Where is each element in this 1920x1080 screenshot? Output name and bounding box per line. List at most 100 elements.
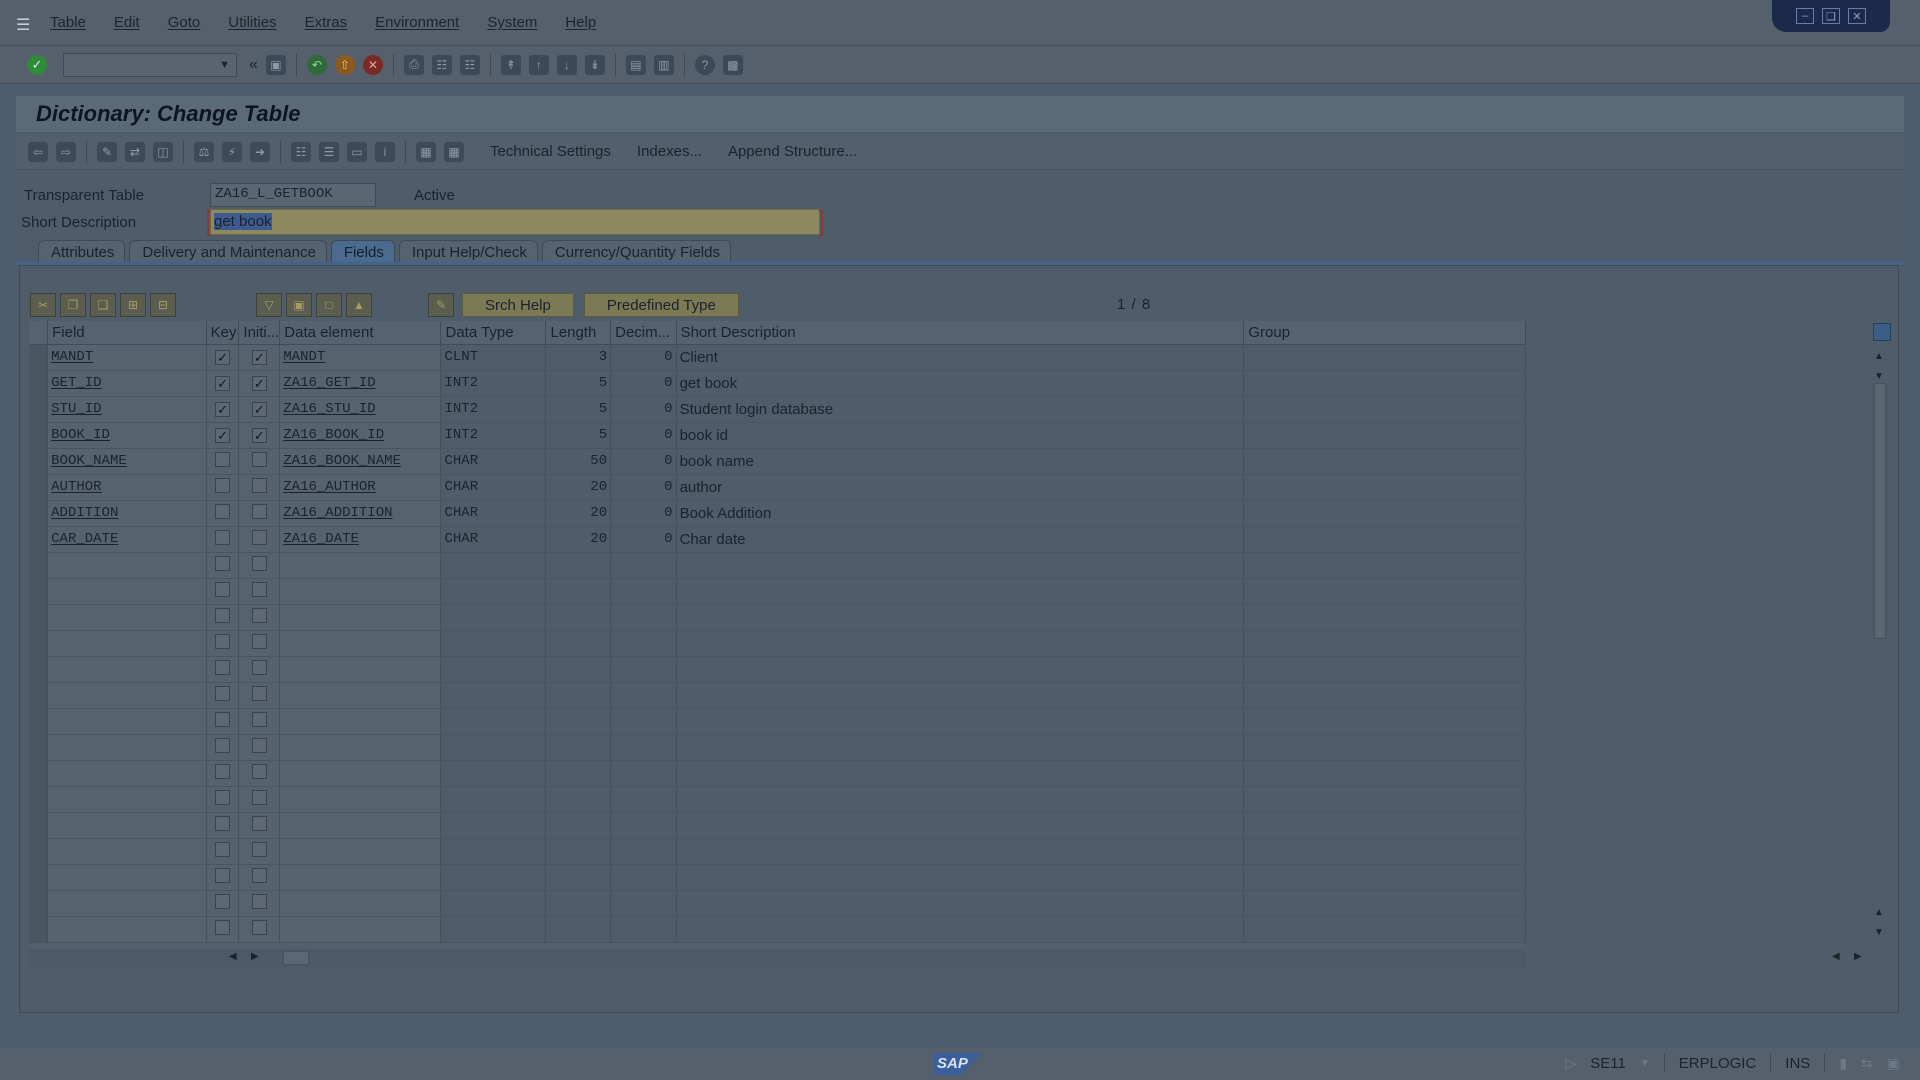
- key-checkbox[interactable]: [215, 815, 231, 831]
- scroll-left-end-icon[interactable]: ◀: [1832, 951, 1840, 962]
- initial-values-checkbox[interactable]: ✓: [251, 401, 267, 417]
- collapse-chevron-icon[interactable]: «: [249, 56, 258, 74]
- row-selector[interactable]: [29, 604, 49, 631]
- field-name-cell[interactable]: [47, 630, 207, 657]
- lock-icon[interactable]: ▣: [1887, 1055, 1900, 1072]
- column-header-decimals[interactable]: Decim...: [610, 321, 677, 345]
- indexes-button[interactable]: Indexes...: [637, 143, 702, 160]
- key-checkbox[interactable]: [215, 763, 231, 779]
- column-header-field[interactable]: Field: [47, 321, 207, 345]
- test-icon[interactable]: ➜: [250, 141, 270, 162]
- initial-values-checkbox[interactable]: [251, 737, 267, 753]
- table-view-icon[interactable]: ▦: [444, 141, 464, 162]
- field-name-cell[interactable]: [47, 812, 207, 839]
- transaction-code[interactable]: SE11: [1590, 1055, 1626, 1072]
- field-name-cell[interactable]: CAR_DATE: [47, 526, 207, 553]
- enter-check-icon[interactable]: ✓: [27, 54, 47, 75]
- close-icon[interactable]: ✕: [1848, 8, 1866, 24]
- initial-values-checkbox[interactable]: [251, 451, 267, 467]
- row-selector[interactable]: [29, 396, 49, 423]
- row-selector[interactable]: [29, 344, 49, 371]
- data-element-cell[interactable]: ZA16_GET_ID: [279, 370, 442, 397]
- initial-values-checkbox[interactable]: ✓: [251, 427, 267, 443]
- column-header-initial[interactable]: Initi...: [238, 321, 281, 345]
- help-icon[interactable]: ?: [694, 54, 715, 75]
- menu-extras[interactable]: Extras: [305, 14, 348, 31]
- scroll-right-icon[interactable]: ▶: [251, 951, 259, 962]
- row-selector[interactable]: [29, 734, 49, 761]
- field-name-cell[interactable]: [47, 552, 207, 579]
- initial-values-checkbox[interactable]: [251, 659, 267, 675]
- tab-currency-quantity-fields[interactable]: Currency/Quantity Fields: [541, 240, 731, 264]
- row-selector[interactable]: [29, 526, 49, 553]
- field-name-cell[interactable]: [47, 890, 207, 917]
- data-element-cell[interactable]: [279, 734, 442, 761]
- key-checkbox[interactable]: [215, 867, 231, 883]
- field-name-cell[interactable]: MANDT: [47, 344, 207, 371]
- data-element-cell[interactable]: ZA16_DATE: [279, 526, 442, 553]
- key-checkbox[interactable]: [215, 451, 231, 467]
- row-selector[interactable]: [29, 370, 49, 397]
- column-header-key[interactable]: Key: [206, 321, 240, 345]
- menu-help[interactable]: Help: [565, 14, 596, 31]
- field-name-cell[interactable]: [47, 864, 207, 891]
- data-element-cell[interactable]: [279, 578, 442, 605]
- tab-attributes[interactable]: Attributes: [38, 240, 126, 264]
- delete-row-icon[interactable]: ⊟: [150, 293, 176, 317]
- row-selector[interactable]: [29, 916, 49, 943]
- data-element-cell[interactable]: [279, 786, 442, 813]
- key-checkbox[interactable]: [215, 685, 231, 701]
- menu-edit[interactable]: Edit: [114, 14, 140, 31]
- field-name-cell[interactable]: [47, 786, 207, 813]
- key-checkbox[interactable]: [215, 633, 231, 649]
- display-change-icon[interactable]: ✎: [97, 141, 117, 162]
- scroll-up-icon[interactable]: ▲: [1874, 351, 1884, 362]
- row-selector[interactable]: [29, 474, 49, 501]
- row-selector[interactable]: [29, 422, 49, 449]
- restore-icon[interactable]: ❏: [1822, 8, 1840, 24]
- transaction-dropdown-icon[interactable]: ▼: [1640, 1058, 1650, 1069]
- save-icon[interactable]: ▣: [265, 54, 286, 75]
- menu-list-icon[interactable]: ☰: [16, 15, 36, 34]
- initial-values-checkbox[interactable]: [251, 711, 267, 727]
- data-element-cell[interactable]: MANDT: [279, 344, 442, 371]
- field-name-cell[interactable]: [47, 916, 207, 943]
- field-name-cell[interactable]: [47, 734, 207, 761]
- command-field[interactable]: ▼: [63, 52, 237, 77]
- contents-icon[interactable]: ▦: [416, 141, 436, 162]
- first-page-icon[interactable]: ↟: [500, 54, 521, 75]
- row-selector[interactable]: [29, 500, 49, 527]
- field-name-cell[interactable]: [47, 682, 207, 709]
- horizontal-scrollbar[interactable]: ◀ ▶ ◀ ▶: [29, 949, 1862, 967]
- scroll-up-bottom-icon[interactable]: ▲: [1874, 907, 1884, 918]
- insert-mode[interactable]: INS: [1785, 1055, 1810, 1072]
- data-element-cell[interactable]: ZA16_BOOK_NAME: [279, 448, 442, 475]
- row-selector[interactable]: [29, 864, 49, 891]
- sort-icon[interactable]: ▲: [346, 293, 372, 317]
- field-name-cell[interactable]: BOOK_ID: [47, 422, 207, 449]
- initial-values-checkbox[interactable]: [251, 815, 267, 831]
- cut-icon[interactable]: ✂: [30, 293, 56, 317]
- key-checkbox[interactable]: [215, 555, 231, 571]
- initial-values-checkbox[interactable]: [251, 893, 267, 909]
- copy-icon[interactable]: ❐: [60, 293, 86, 317]
- scroll-down-bottom-icon[interactable]: ▼: [1874, 927, 1884, 938]
- data-element-cell[interactable]: [279, 916, 442, 943]
- field-name-cell[interactable]: BOOK_NAME: [47, 448, 207, 475]
- data-element-cell[interactable]: ZA16_BOOK_ID: [279, 422, 442, 449]
- data-element-cell[interactable]: [279, 890, 442, 917]
- row-selector[interactable]: [29, 578, 49, 605]
- key-checkbox[interactable]: [215, 789, 231, 805]
- menu-goto[interactable]: Goto: [168, 14, 201, 31]
- data-element-cell[interactable]: [279, 812, 442, 839]
- initial-values-checkbox[interactable]: [251, 685, 267, 701]
- key-checkbox[interactable]: ✓: [215, 349, 231, 365]
- menu-system[interactable]: System: [487, 14, 537, 31]
- paste-icon[interactable]: ❏: [90, 293, 116, 317]
- data-element-cell[interactable]: [279, 552, 442, 579]
- vertical-scrollbar[interactable]: ▲ ▼ ▲ ▼: [1870, 321, 1891, 949]
- key-checkbox[interactable]: ✓: [215, 401, 231, 417]
- field-name-cell[interactable]: ADDITION: [47, 500, 207, 527]
- dropdown-arrow-icon[interactable]: ▼: [219, 59, 230, 71]
- field-name-cell[interactable]: [47, 578, 207, 605]
